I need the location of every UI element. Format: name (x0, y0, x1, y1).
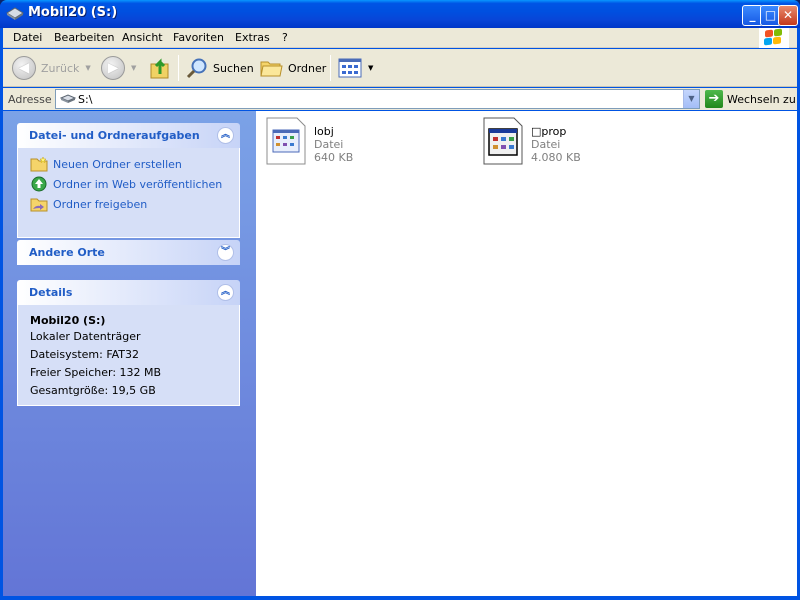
folders-button[interactable]: Ordner (259, 54, 326, 82)
file-list: lobj Datei 640 KB □prop Datei 4.080 KB (256, 111, 797, 596)
new-folder-icon (30, 156, 48, 172)
up-folder-button[interactable] (149, 54, 171, 82)
forward-arrow-icon: ▶ (101, 56, 125, 80)
file-folder-tasks-panel: Datei- und Ordneraufgaben ︽ Neuen Ordner… (17, 123, 240, 238)
drive-icon (6, 7, 24, 20)
panel-title: Datei- und Ordneraufgaben (29, 129, 200, 142)
file-type: Datei (531, 138, 561, 151)
close-button[interactable]: ✕ (778, 5, 798, 26)
task-label: Ordner im Web veröffentlichen (53, 177, 223, 191)
details-type: Lokaler Datenträger (30, 330, 141, 343)
back-dropdown-icon[interactable]: ▼ (85, 64, 90, 72)
menu-datei[interactable]: Datei (13, 31, 42, 44)
file-name: lobj (314, 125, 334, 138)
folders-icon (260, 61, 283, 77)
search-label: Suchen (213, 61, 254, 75)
file-item[interactable]: □prop Datei 4.080 KB (483, 117, 581, 165)
windows-logo-icon (759, 28, 789, 48)
collapse-chevron-icon[interactable]: ︽ (217, 127, 234, 144)
menu-ansicht[interactable]: Ansicht (122, 31, 163, 44)
menu-bar: Datei Bearbeiten Ansicht Favoriten Extra… (3, 28, 797, 48)
address-value: S:\ (78, 93, 93, 106)
panel-title: Andere Orte (29, 246, 105, 259)
forward-button[interactable]: ▶ ▼ (101, 54, 136, 82)
collapse-chevron-icon[interactable]: ︽ (217, 284, 234, 301)
go-button[interactable]: ➔ Wechseln zu (705, 89, 796, 109)
details-free-space: Freier Speicher: 132 MB (30, 366, 162, 379)
address-input[interactable]: S:\ ▼ (55, 89, 700, 109)
toolbar-separator (330, 55, 331, 81)
task-label: Ordner freigeben (53, 197, 148, 211)
task-share-folder[interactable]: Ordner freigeben (30, 194, 227, 214)
window-title: Mobil20 (S:) (28, 5, 118, 20)
back-label: Zurück (41, 61, 80, 75)
panel-header[interactable]: Datei- und Ordneraufgaben ︽ (17, 123, 240, 148)
panel-body: Neuen Ordner erstellen Ordner im Web ver… (17, 148, 240, 238)
details-name: Mobil20 (S:) (30, 314, 106, 327)
menu-favoriten[interactable]: Favoriten (173, 31, 224, 44)
expand-chevron-icon[interactable]: ︾ (217, 244, 234, 261)
close-icon: ✕ (782, 8, 794, 22)
address-dropdown-icon[interactable]: ▼ (683, 90, 699, 108)
panel-title: Details (29, 286, 73, 299)
back-button[interactable]: ◀ Zurück ▼ (12, 54, 91, 82)
details-panel: Details ︽ Mobil20 (S:) Lokaler Datenträg… (17, 280, 240, 406)
forward-dropdown-icon[interactable]: ▼ (131, 64, 136, 72)
details-filesystem: Dateisystem: FAT32 (30, 348, 140, 361)
shared-folder-icon (30, 198, 48, 212)
views-icon (338, 58, 362, 78)
folders-label: Ordner (288, 61, 327, 75)
address-bar: Adresse S:\ ▼ ➔ Wechseln zu (3, 88, 797, 110)
panel-body: Mobil20 (S:) Lokaler Datenträger Dateisy… (17, 305, 240, 406)
go-label: Wechseln zu (727, 92, 796, 106)
toolbar: ◀ Zurück ▼ ▶ ▼ Suchen Ordner ▼ (3, 49, 797, 87)
task-label: Neuen Ordner erstellen (53, 157, 182, 171)
drive-icon (60, 94, 76, 103)
views-button[interactable]: ▼ (338, 54, 373, 82)
search-button[interactable]: Suchen (186, 54, 254, 82)
panel-header[interactable]: Details ︽ (17, 280, 240, 305)
application-file-icon (266, 117, 306, 165)
address-label: Adresse (8, 93, 52, 106)
globe-icon (31, 176, 47, 192)
file-name: □prop (531, 125, 567, 138)
task-new-folder[interactable]: Neuen Ordner erstellen (30, 154, 227, 174)
file-size: 640 KB (314, 151, 354, 164)
up-folder-icon (150, 58, 169, 79)
panel-header[interactable]: Andere Orte ︾ (17, 240, 240, 265)
task-pane: Datei- und Ordneraufgaben ︽ Neuen Ordner… (3, 111, 256, 596)
title-bar[interactable]: Mobil20 (S:) _ □ ✕ (0, 0, 800, 28)
views-dropdown-icon[interactable]: ▼ (368, 64, 373, 72)
file-type: Datei (314, 138, 344, 151)
menu-help[interactable]: ? (282, 31, 288, 44)
go-arrow-icon: ➔ (705, 90, 723, 108)
back-arrow-icon: ◀ (12, 56, 36, 80)
file-item[interactable]: lobj Datei 640 KB (266, 117, 353, 165)
search-icon (186, 58, 207, 79)
toolbar-separator (178, 55, 179, 81)
explorer-window: Mobil20 (S:) _ □ ✕ Datei Bearbeiten Ansi… (0, 0, 800, 600)
menu-bearbeiten[interactable]: Bearbeiten (54, 31, 114, 44)
task-publish-web[interactable]: Ordner im Web veröffentlichen (30, 174, 227, 194)
menu-extras[interactable]: Extras (235, 31, 270, 44)
details-total-size: Gesamtgröße: 19,5 GB (30, 384, 156, 397)
file-size: 4.080 KB (531, 151, 581, 164)
other-places-panel: Andere Orte ︾ (17, 240, 240, 265)
application-file-icon (483, 117, 523, 165)
